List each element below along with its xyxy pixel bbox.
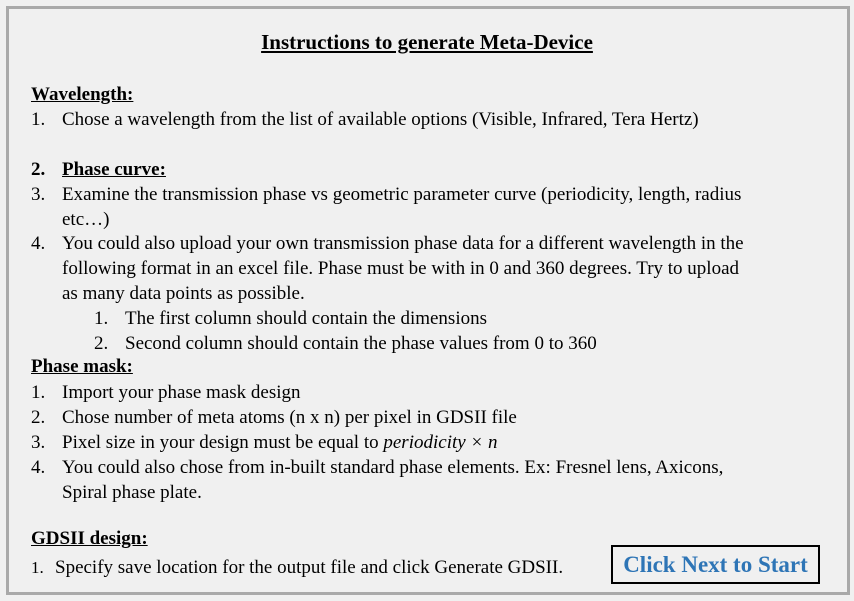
phase-curve-instruction: Examine the transmission phase vs geomet… bbox=[62, 184, 742, 205]
phase-mask-instruction: Chose number of meta atoms (n x n) per p… bbox=[62, 407, 517, 428]
phase-curve-instruction: etc…) bbox=[62, 209, 110, 230]
list-number: 3. bbox=[31, 184, 46, 205]
list-number: 1. bbox=[31, 109, 46, 130]
phase-curve-subitem: Second column should contain the phase v… bbox=[125, 333, 597, 354]
instruction-text: Pixel size in your design must be equal … bbox=[62, 432, 379, 453]
gdsii-instruction: Specify save location for the output fil… bbox=[55, 557, 564, 578]
list-number: 2. bbox=[31, 159, 46, 180]
list-number: 2. bbox=[31, 407, 46, 428]
phase-curve-instruction: as many data points as possible. bbox=[62, 283, 305, 304]
phase-curve-heading: Phase curve: bbox=[62, 159, 166, 180]
wavelength-instruction: Chose a wavelength from the list of avai… bbox=[62, 109, 699, 130]
phase-curve-instruction: following format in an excel file. Phase… bbox=[62, 258, 740, 279]
sublist-number: 1. bbox=[94, 308, 109, 329]
phase-mask-instruction: Spiral phase plate. bbox=[62, 482, 202, 503]
sublist-number: 2. bbox=[94, 333, 109, 354]
list-number: 3. bbox=[31, 432, 46, 453]
wavelength-heading: Wavelength: bbox=[31, 84, 134, 105]
phase-curve-instruction: You could also upload your own transmiss… bbox=[62, 233, 744, 254]
phase-mask-instruction: Pixel size in your design must be equal … bbox=[62, 430, 498, 455]
page-title: Instructions to generate Meta-Device bbox=[261, 30, 593, 54]
list-number: 4. bbox=[31, 457, 46, 478]
phase-curve-subitem: The first column should contain the dime… bbox=[125, 308, 488, 329]
next-button[interactable]: Click Next to Start bbox=[611, 545, 820, 584]
list-number: 1. bbox=[31, 382, 46, 403]
phase-mask-instruction: Import your phase mask design bbox=[62, 382, 301, 403]
list-number: 4. bbox=[31, 233, 46, 254]
list-number: 1. bbox=[31, 558, 44, 577]
math-expression: periodicity × n bbox=[383, 432, 498, 453]
phase-mask-instruction: You could also chose from in-built stand… bbox=[62, 457, 724, 478]
phase-mask-heading: Phase mask: bbox=[31, 356, 133, 377]
gdsii-heading: GDSII design: bbox=[31, 528, 148, 549]
